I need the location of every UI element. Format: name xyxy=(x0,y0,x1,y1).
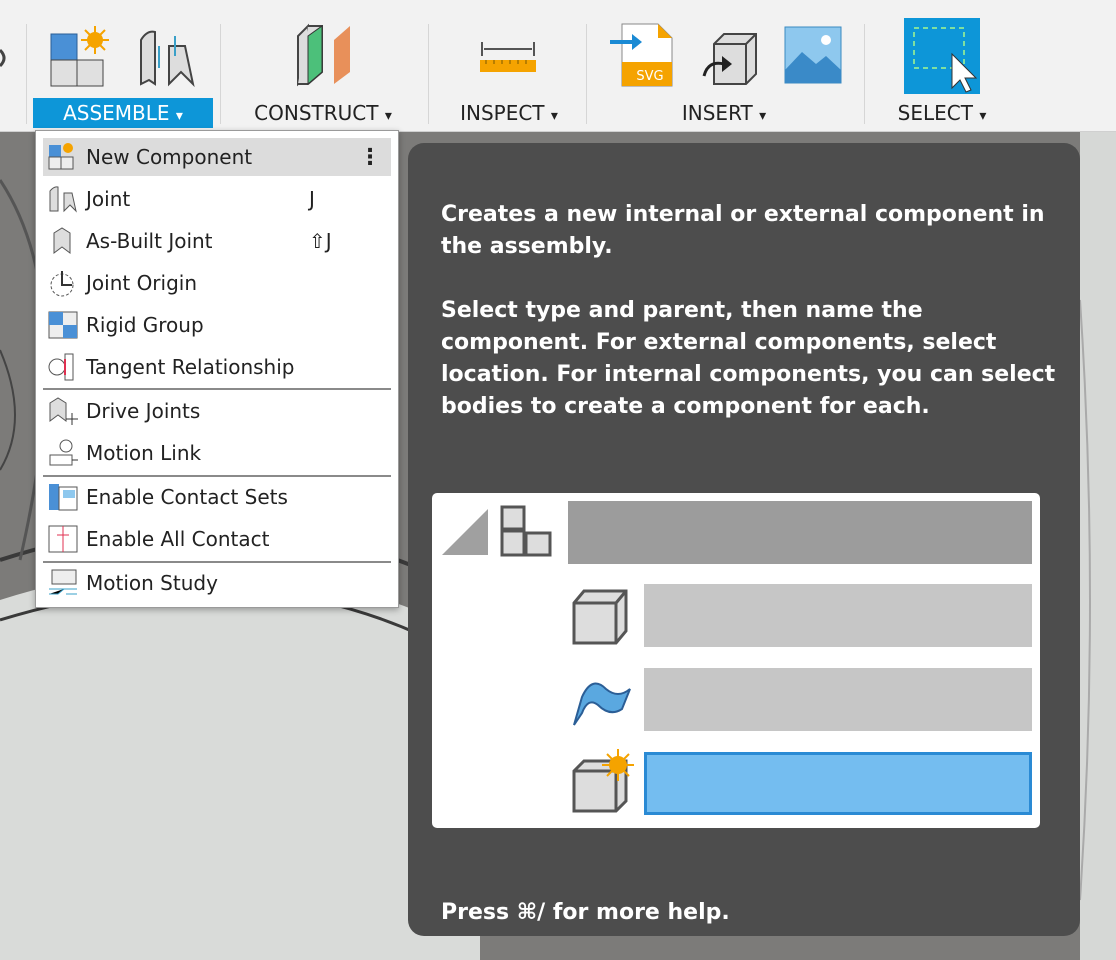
construct-plane-icon[interactable] xyxy=(292,22,362,88)
enable-contact-sets-icon xyxy=(49,484,78,511)
insert-label: INSERT xyxy=(681,101,753,125)
joint-icon xyxy=(49,186,77,213)
rigid-group-icon xyxy=(48,311,78,339)
surface-row xyxy=(644,668,1032,731)
tooltip: Creates a new internal or external compo… xyxy=(408,143,1080,936)
chevron-down-icon: ▾ xyxy=(550,108,558,124)
body-icon xyxy=(572,589,628,645)
menu-item-drive-joints[interactable]: Drive Joints xyxy=(43,392,391,430)
chevron-down-icon: ▾ xyxy=(175,108,183,124)
menu-item-label: Enable Contact Sets xyxy=(86,485,288,509)
joint-origin-icon xyxy=(50,271,74,297)
assemble-group: ASSEMBLE ▾ xyxy=(33,0,213,132)
menu-item-as-built-joint[interactable]: As-Built Joint ⇧J xyxy=(43,222,391,260)
menu-item-label: Rigid Group xyxy=(86,313,204,337)
tooltip-illustration xyxy=(432,493,1040,828)
toolbar-divider xyxy=(220,24,221,124)
menu-item-joint[interactable]: Joint J xyxy=(43,180,391,218)
menu-item-label: Drive Joints xyxy=(86,399,201,423)
insert-group: SVG INSERT ▾ xyxy=(596,0,852,132)
menu-divider xyxy=(43,388,391,390)
assemble-menu-button[interactable]: ASSEMBLE ▾ xyxy=(33,98,213,128)
new-component-row xyxy=(644,752,1032,815)
menu-item-label: Joint Origin xyxy=(86,271,198,295)
menu-item-enable-contact-sets[interactable]: Enable Contact Sets xyxy=(43,478,391,516)
menu-item-label: New Component xyxy=(86,145,253,169)
as-built-joint-icon xyxy=(53,227,71,254)
menu-item-label: Joint xyxy=(86,187,131,211)
inspect-label: INSPECT xyxy=(460,101,545,125)
motion-link-icon xyxy=(49,439,78,466)
select-group: SELECT ▾ xyxy=(880,0,1004,132)
menu-item-label: Tangent Relationship xyxy=(86,355,295,379)
enable-all-contact-icon xyxy=(48,525,78,553)
insert-derive-icon[interactable] xyxy=(700,30,760,90)
menu-item-label: Motion Study xyxy=(86,571,218,595)
new-component-icon xyxy=(48,143,74,170)
menu-item-label: Enable All Contact xyxy=(86,527,270,551)
inspect-group: INSPECT ▾ xyxy=(436,0,582,132)
menu-divider xyxy=(43,475,391,477)
construct-group: CONSTRUCT ▾ xyxy=(228,0,418,132)
insert-svg-icon[interactable]: SVG xyxy=(608,22,674,88)
menu-item-rigid-group[interactable]: Rigid Group xyxy=(43,306,391,344)
chevron-down-icon: ▾ xyxy=(979,108,987,124)
select-icon[interactable] xyxy=(904,18,980,94)
parent-component-row xyxy=(568,501,1032,564)
tooltip-help-hint: Press ⌘/ for more help. xyxy=(441,900,730,925)
toolbar: ASSEMBLE ▾ CONSTRUCT ▾ INSPECT ▾ SVG INS… xyxy=(0,0,1116,132)
chevron-down-icon: ▾ xyxy=(759,108,767,124)
toolbar-divider xyxy=(864,24,865,124)
construct-menu-button[interactable]: CONSTRUCT ▾ xyxy=(228,98,418,128)
select-label: SELECT xyxy=(897,101,973,125)
body-row xyxy=(644,584,1032,647)
tooltip-details: Select type and parent, then name the co… xyxy=(441,298,1056,419)
construct-label: CONSTRUCT xyxy=(254,101,379,125)
menu-item-motion-study[interactable]: Motion Study xyxy=(43,564,391,602)
menu-item-motion-link[interactable]: Motion Link xyxy=(43,434,391,472)
measure-icon[interactable] xyxy=(478,38,538,74)
toolbar-divider xyxy=(26,24,27,124)
menu-item-joint-origin[interactable]: Joint Origin xyxy=(43,264,391,302)
tooltip-description: Creates a new internal or external compo… xyxy=(441,202,1045,259)
component-icon xyxy=(500,505,552,557)
menu-item-tangent-relationship[interactable]: Tangent Relationship xyxy=(43,348,391,386)
motion-study-icon xyxy=(49,569,77,595)
more-options-icon[interactable]: ⋮ xyxy=(359,145,381,170)
shortcut-label: ⇧J xyxy=(309,229,332,253)
new-component-icon[interactable] xyxy=(47,26,127,92)
expand-triangle-icon xyxy=(442,509,488,555)
shortcut-label: J xyxy=(309,187,315,211)
select-menu-button[interactable]: SELECT ▾ xyxy=(880,98,1004,128)
assemble-label: ASSEMBLE xyxy=(63,101,170,125)
tangent-relationship-icon xyxy=(48,353,74,381)
insert-menu-button[interactable]: INSERT ▾ xyxy=(596,98,852,128)
menu-item-label: As-Built Joint xyxy=(86,229,213,253)
menu-item-enable-all-contact[interactable]: Enable All Contact xyxy=(43,520,391,558)
svg-text:SVG: SVG xyxy=(636,69,663,84)
inspect-menu-button[interactable]: INSPECT ▾ xyxy=(436,98,582,128)
chevron-down-icon: ▾ xyxy=(384,108,392,124)
partial-icon xyxy=(0,48,6,68)
toolbar-divider xyxy=(428,24,429,124)
new-body-component-icon xyxy=(572,749,634,813)
toolbar-divider xyxy=(586,24,587,124)
menu-divider xyxy=(43,561,391,563)
assemble-dropdown-menu: New Component ⋮ Joint J As-Built Joint ⇧J … xyxy=(35,130,399,608)
joint-icon[interactable] xyxy=(135,26,199,92)
surface-icon xyxy=(573,682,631,726)
menu-item-label: Motion Link xyxy=(86,441,202,465)
drive-joints-icon xyxy=(49,397,78,425)
menu-item-new-component[interactable]: New Component ⋮ xyxy=(43,138,391,176)
insert-canvas-icon[interactable] xyxy=(784,26,842,84)
